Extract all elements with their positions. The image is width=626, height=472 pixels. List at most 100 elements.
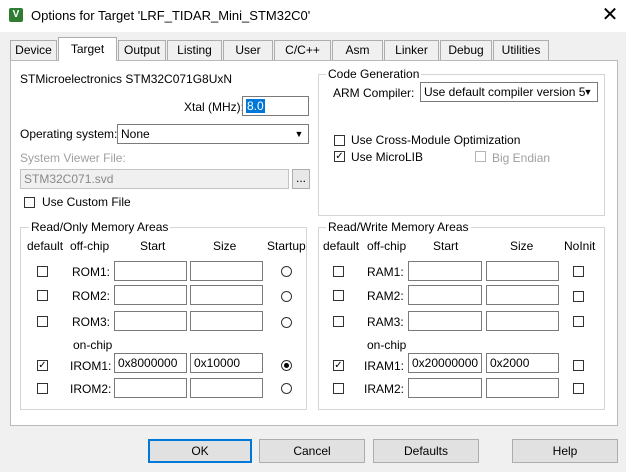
rom2-startup-radio[interactable] xyxy=(281,291,292,302)
arm-compiler-label: ARM Compiler: xyxy=(333,86,415,100)
use-custom-file-label: Use Custom File xyxy=(42,195,131,209)
ro-header-size: Size xyxy=(213,239,237,253)
iram1-label: IRAM1: xyxy=(364,359,405,373)
irom2-startup-radio[interactable] xyxy=(281,383,292,394)
rw-header-size: Size xyxy=(510,239,534,253)
svd-input[interactable]: STM32C071.svd xyxy=(20,169,289,189)
iram2-default-checkbox[interactable] xyxy=(333,383,344,394)
ram2-start-input[interactable] xyxy=(408,285,482,305)
microlib-label: Use MicroLIB xyxy=(351,150,424,164)
irom1-size-input[interactable]: 0x10000 xyxy=(190,353,263,373)
os-label: Operating system: xyxy=(20,127,118,141)
chevron-down-icon: ▼ xyxy=(294,129,304,139)
rom3-startup-radio[interactable] xyxy=(281,317,292,328)
ram2-default-checkbox[interactable] xyxy=(333,290,344,301)
use-custom-file-checkbox[interactable] xyxy=(24,197,35,208)
tab-utilities[interactable]: Utilities xyxy=(493,40,549,60)
rw-header-default: default xyxy=(323,239,360,253)
ok-button[interactable]: OK xyxy=(148,439,252,463)
irom2-label: IROM2: xyxy=(70,382,112,396)
tab-target[interactable]: Target xyxy=(58,37,117,61)
rom1-start-input[interactable] xyxy=(114,261,187,281)
ro-header-default: default xyxy=(27,239,64,253)
rom2-start-input[interactable] xyxy=(114,285,187,305)
irom1-label: IROM1: xyxy=(70,359,112,373)
xtal-label: Xtal (MHz): xyxy=(184,100,244,114)
rom1-startup-radio[interactable] xyxy=(281,266,292,277)
tab-c-cpp[interactable]: C/C++ xyxy=(274,40,331,60)
rom1-label: ROM1: xyxy=(72,265,111,279)
ram1-label: RAM1: xyxy=(367,265,404,279)
arm-compiler-select[interactable]: Use default compiler version 5 ▼ xyxy=(420,82,598,102)
ro-memory-title: Read/Only Memory Areas xyxy=(29,220,171,234)
rom2-default-checkbox[interactable] xyxy=(37,290,48,301)
irom2-start-input[interactable] xyxy=(114,378,187,398)
rom2-size-input[interactable] xyxy=(190,285,263,305)
ro-header-start: Start xyxy=(140,239,166,253)
ram2-label: RAM2: xyxy=(367,289,404,303)
ram1-noinit-checkbox[interactable] xyxy=(573,266,584,277)
window-title: Options for Target 'LRF_TIDAR_Mini_STM32… xyxy=(31,8,311,23)
xtal-input[interactable]: 8.0 xyxy=(242,96,309,116)
rom1-default-checkbox[interactable] xyxy=(37,266,48,277)
cross-module-checkbox[interactable] xyxy=(334,135,345,146)
ram3-noinit-checkbox[interactable] xyxy=(573,316,584,327)
svd-browse-button[interactable]: ... xyxy=(292,169,310,189)
iram1-start-input[interactable]: 0x20000000 xyxy=(408,353,482,373)
rw-header-start: Start xyxy=(433,239,459,253)
iram2-size-input[interactable] xyxy=(486,378,559,398)
ro-onchip-label: on-chip xyxy=(73,338,113,352)
device-name: STMicroelectronics STM32C071G8UxN xyxy=(20,72,233,86)
ram2-size-input[interactable] xyxy=(486,285,559,305)
tab-debug[interactable]: Debug xyxy=(440,40,492,60)
iram1-size-input[interactable]: 0x2000 xyxy=(486,353,559,373)
irom1-default-checkbox[interactable]: ✓ xyxy=(37,360,48,371)
ro-header-startup: Startup xyxy=(267,239,306,253)
cancel-button[interactable]: Cancel xyxy=(259,439,365,463)
iram1-noinit-checkbox[interactable] xyxy=(573,360,584,371)
rom3-size-input[interactable] xyxy=(190,311,263,331)
close-icon[interactable]: ✕ xyxy=(596,2,624,30)
tab-output[interactable]: Output xyxy=(118,40,166,60)
big-endian-checkbox[interactable] xyxy=(475,151,486,162)
ram3-size-input[interactable] xyxy=(486,311,559,331)
ram3-label: RAM3: xyxy=(367,315,404,329)
rom3-label: ROM3: xyxy=(72,315,111,329)
iram2-start-input[interactable] xyxy=(408,378,482,398)
ram3-start-input[interactable] xyxy=(408,311,482,331)
rom3-default-checkbox[interactable] xyxy=(37,316,48,327)
code-generation-title: Code Generation xyxy=(326,67,422,81)
help-button[interactable]: Help xyxy=(512,439,618,463)
svd-label: System Viewer File: xyxy=(20,151,126,165)
ram1-default-checkbox[interactable] xyxy=(333,266,344,277)
iram1-default-checkbox[interactable]: ✓ xyxy=(333,360,344,371)
rw-header-offchip: off-chip xyxy=(367,239,407,253)
ram3-default-checkbox[interactable] xyxy=(333,316,344,327)
ro-header-offchip: off-chip xyxy=(70,239,110,253)
ram1-start-input[interactable] xyxy=(408,261,482,281)
tab-listing[interactable]: Listing xyxy=(167,40,222,60)
tab-user[interactable]: User xyxy=(223,40,273,60)
microlib-checkbox[interactable]: ✓ xyxy=(334,151,345,162)
irom2-default-checkbox[interactable] xyxy=(37,383,48,394)
tab-device[interactable]: Device xyxy=(10,40,57,60)
big-endian-label: Big Endian xyxy=(492,151,551,165)
tab-linker[interactable]: Linker xyxy=(384,40,439,60)
ram1-size-input[interactable] xyxy=(486,261,559,281)
iram2-label: IRAM2: xyxy=(364,382,405,396)
irom1-start-input[interactable]: 0x8000000 xyxy=(114,353,187,373)
rom1-size-input[interactable] xyxy=(190,261,263,281)
iram2-noinit-checkbox[interactable] xyxy=(573,383,584,394)
rom3-start-input[interactable] xyxy=(114,311,187,331)
rw-onchip-label: on-chip xyxy=(367,338,407,352)
rw-memory-title: Read/Write Memory Areas xyxy=(326,220,471,234)
cross-module-label: Use Cross-Module Optimization xyxy=(351,133,521,147)
irom2-size-input[interactable] xyxy=(190,378,263,398)
defaults-button[interactable]: Defaults xyxy=(373,439,479,463)
irom1-startup-radio[interactable] xyxy=(281,360,292,371)
keil-uvision-icon: V xyxy=(9,8,23,22)
ram2-noinit-checkbox[interactable] xyxy=(573,291,584,302)
os-select[interactable]: None ▼ xyxy=(117,124,309,144)
rom2-label: ROM2: xyxy=(72,289,111,303)
tab-asm[interactable]: Asm xyxy=(332,40,383,60)
